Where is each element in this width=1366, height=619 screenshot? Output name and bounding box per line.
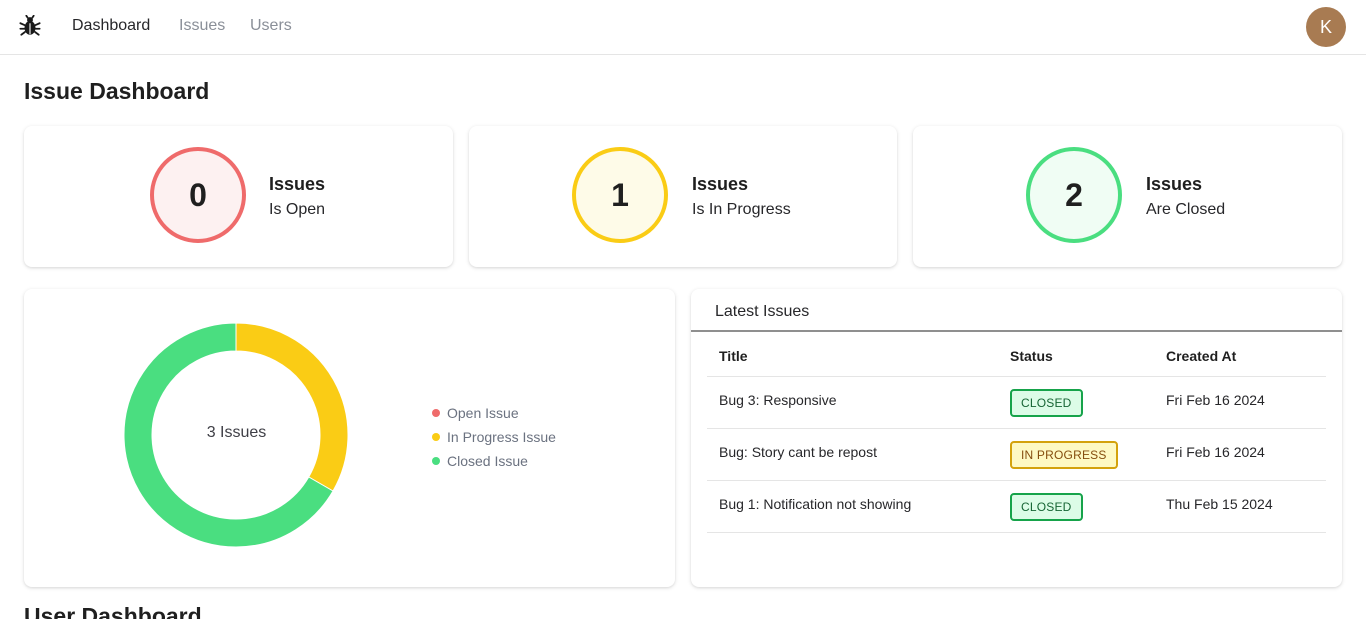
chart-legend: Open Issue In Progress Issue Closed Issue [432,401,556,473]
stat-subtitle: Is Open [269,201,326,218]
table-row[interactable]: Bug 1: Notification not showing CLOSED T… [707,480,1326,532]
stat-count-circle: 0 [150,147,246,243]
table-row[interactable]: Bug 3: Responsive CLOSED Fri Feb 16 2024 [707,376,1326,428]
stat-title: Issues [1146,174,1203,194]
stat-title: Issues [269,174,326,194]
legend-label: Closed Issue [447,453,528,469]
top-navbar: Dashboard Issues Users K [0,0,1366,55]
donut-slice-in-progress-issue[interactable] [235,322,349,492]
column-header-created-at: Created At [1166,348,1237,364]
issues-chart-card: 3 Issues Open Issue In Progress Issue Clos… [24,289,675,587]
status-badge: CLOSED [1010,493,1083,521]
stat-subtitle: Are Closed [1146,201,1226,218]
nav-link-users[interactable]: Users [250,17,292,35]
issue-title-link[interactable]: Bug: Story cant be repost [719,444,877,460]
nav-link-dashboard[interactable]: Dashboard [72,17,150,35]
status-badge: IN PROGRESS [1010,441,1118,469]
donut-center-label: 3 Issues [206,424,267,441]
stat-card-in-progress: 1 Issues Is In Progress [469,126,897,267]
latest-issues-title: Latest Issues [715,303,810,320]
stat-subtitle: Is In Progress [692,201,791,218]
page-title: Issue Dashboard [24,78,210,104]
stat-card-open: 0 Issues Is Open [24,126,453,267]
stat-card-closed: 2 Issues Are Closed [913,126,1342,267]
stat-title: Issues [692,174,749,194]
legend-dot [432,433,440,441]
avatar[interactable]: K [1306,7,1346,47]
status-badge: CLOSED [1010,389,1083,417]
stat-count-circle: 2 [1026,147,1122,243]
legend-label: In Progress Issue [447,429,556,445]
legend-item[interactable]: In Progress Issue [432,425,556,449]
latest-issues-card: Latest Issues Title Status Created At Bu… [691,289,1342,587]
stat-count-circle: 1 [572,147,668,243]
legend-item[interactable]: Open Issue [432,401,556,425]
created-at: Fri Feb 16 2024 [1166,444,1265,460]
issue-title-link[interactable]: Bug 3: Responsive [719,392,837,408]
created-at: Thu Feb 15 2024 [1166,496,1273,512]
created-at: Fri Feb 16 2024 [1166,392,1265,408]
legend-dot [432,409,440,417]
nav-link-issues[interactable]: Issues [179,17,225,35]
legend-label: Open Issue [447,405,519,421]
latest-issues-header: Latest Issues [691,289,1342,332]
table-divider [707,532,1326,533]
issue-title-link[interactable]: Bug 1: Notification not showing [719,496,911,512]
table-row[interactable]: Bug: Story cant be repost IN PROGRESS Fr… [707,428,1326,480]
bug-icon[interactable] [19,15,41,37]
column-header-title: Title [719,348,748,364]
legend-item[interactable]: Closed Issue [432,449,556,473]
legend-dot [432,457,440,465]
column-header-status: Status [1010,348,1053,364]
user-dashboard-title: User Dashboard [24,603,202,619]
